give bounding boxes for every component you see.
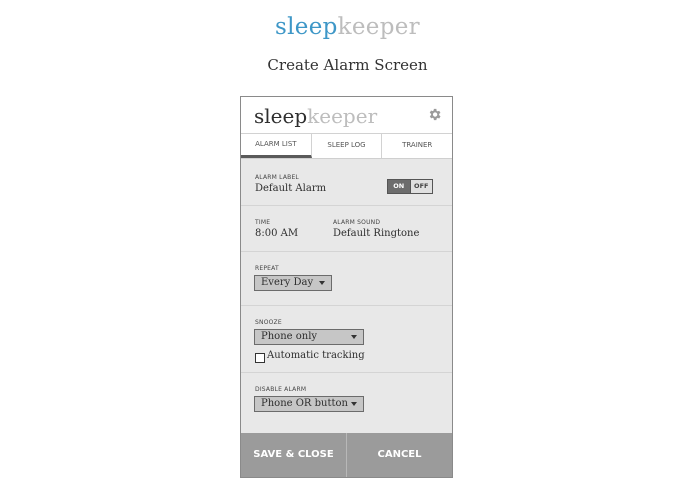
app-header: sleepkeeper — [241, 97, 452, 133]
gear-icon[interactable] — [427, 107, 442, 122]
tab-bar: ALARM LIST SLEEP LOG TRAINER — [241, 133, 452, 159]
alarm-label-label: ALARM LABEL — [255, 174, 299, 181]
tab-trainer[interactable]: TRAINER — [382, 134, 452, 158]
repeat-select-value: Every Day — [261, 277, 314, 288]
disable-alarm-select-value: Phone OR button — [261, 398, 348, 409]
app-logo-part1: sleep — [254, 104, 308, 128]
snooze-label: SNOOZE — [255, 319, 282, 326]
alarm-label-value[interactable]: Default Alarm — [255, 183, 326, 194]
toggle-on[interactable]: ON — [388, 180, 410, 193]
save-close-button[interactable]: SAVE & CLOSE — [241, 433, 347, 477]
chevron-down-icon — [319, 281, 325, 285]
cancel-button[interactable]: CANCEL — [347, 433, 452, 477]
phone-frame: sleepkeeper ALARM LIST SLEEP LOG TRAINER… — [240, 96, 453, 478]
app-logo: sleepkeeper — [254, 104, 377, 128]
disable-alarm-select[interactable]: Phone OR button — [254, 396, 364, 412]
snooze-select[interactable]: Phone only — [254, 329, 364, 345]
repeat-select[interactable]: Every Day — [254, 275, 332, 291]
snooze-select-value: Phone only — [261, 331, 318, 342]
alarm-on-off-toggle[interactable]: ON OFF — [387, 179, 433, 194]
app-logo-part2: keeper — [307, 104, 378, 128]
alarm-sound-value[interactable]: Default Ringtone — [333, 228, 419, 239]
brand-logo: sleepkeeper — [0, 14, 695, 40]
time-label: TIME — [255, 219, 271, 226]
page-title: Create Alarm Screen — [267, 56, 428, 74]
time-value[interactable]: 8:00 AM — [255, 228, 298, 239]
automatic-tracking-label: Automatic tracking — [267, 350, 365, 361]
disable-alarm-label: DISABLE ALARM — [255, 386, 307, 393]
chevron-down-icon — [351, 335, 357, 339]
tab-alarm-list[interactable]: ALARM LIST — [241, 134, 312, 158]
tab-sleep-log[interactable]: SLEEP LOG — [312, 134, 383, 158]
toggle-off[interactable]: OFF — [409, 180, 432, 193]
brand-logo-part1: sleep — [275, 14, 338, 40]
automatic-tracking-checkbox[interactable] — [255, 353, 265, 363]
repeat-label: REPEAT — [255, 265, 279, 272]
footer-bar: SAVE & CLOSE CANCEL — [241, 433, 452, 477]
brand-logo-part2: keeper — [337, 14, 420, 40]
alarm-sound-label: ALARM SOUND — [333, 219, 381, 226]
chevron-down-icon — [351, 402, 357, 406]
